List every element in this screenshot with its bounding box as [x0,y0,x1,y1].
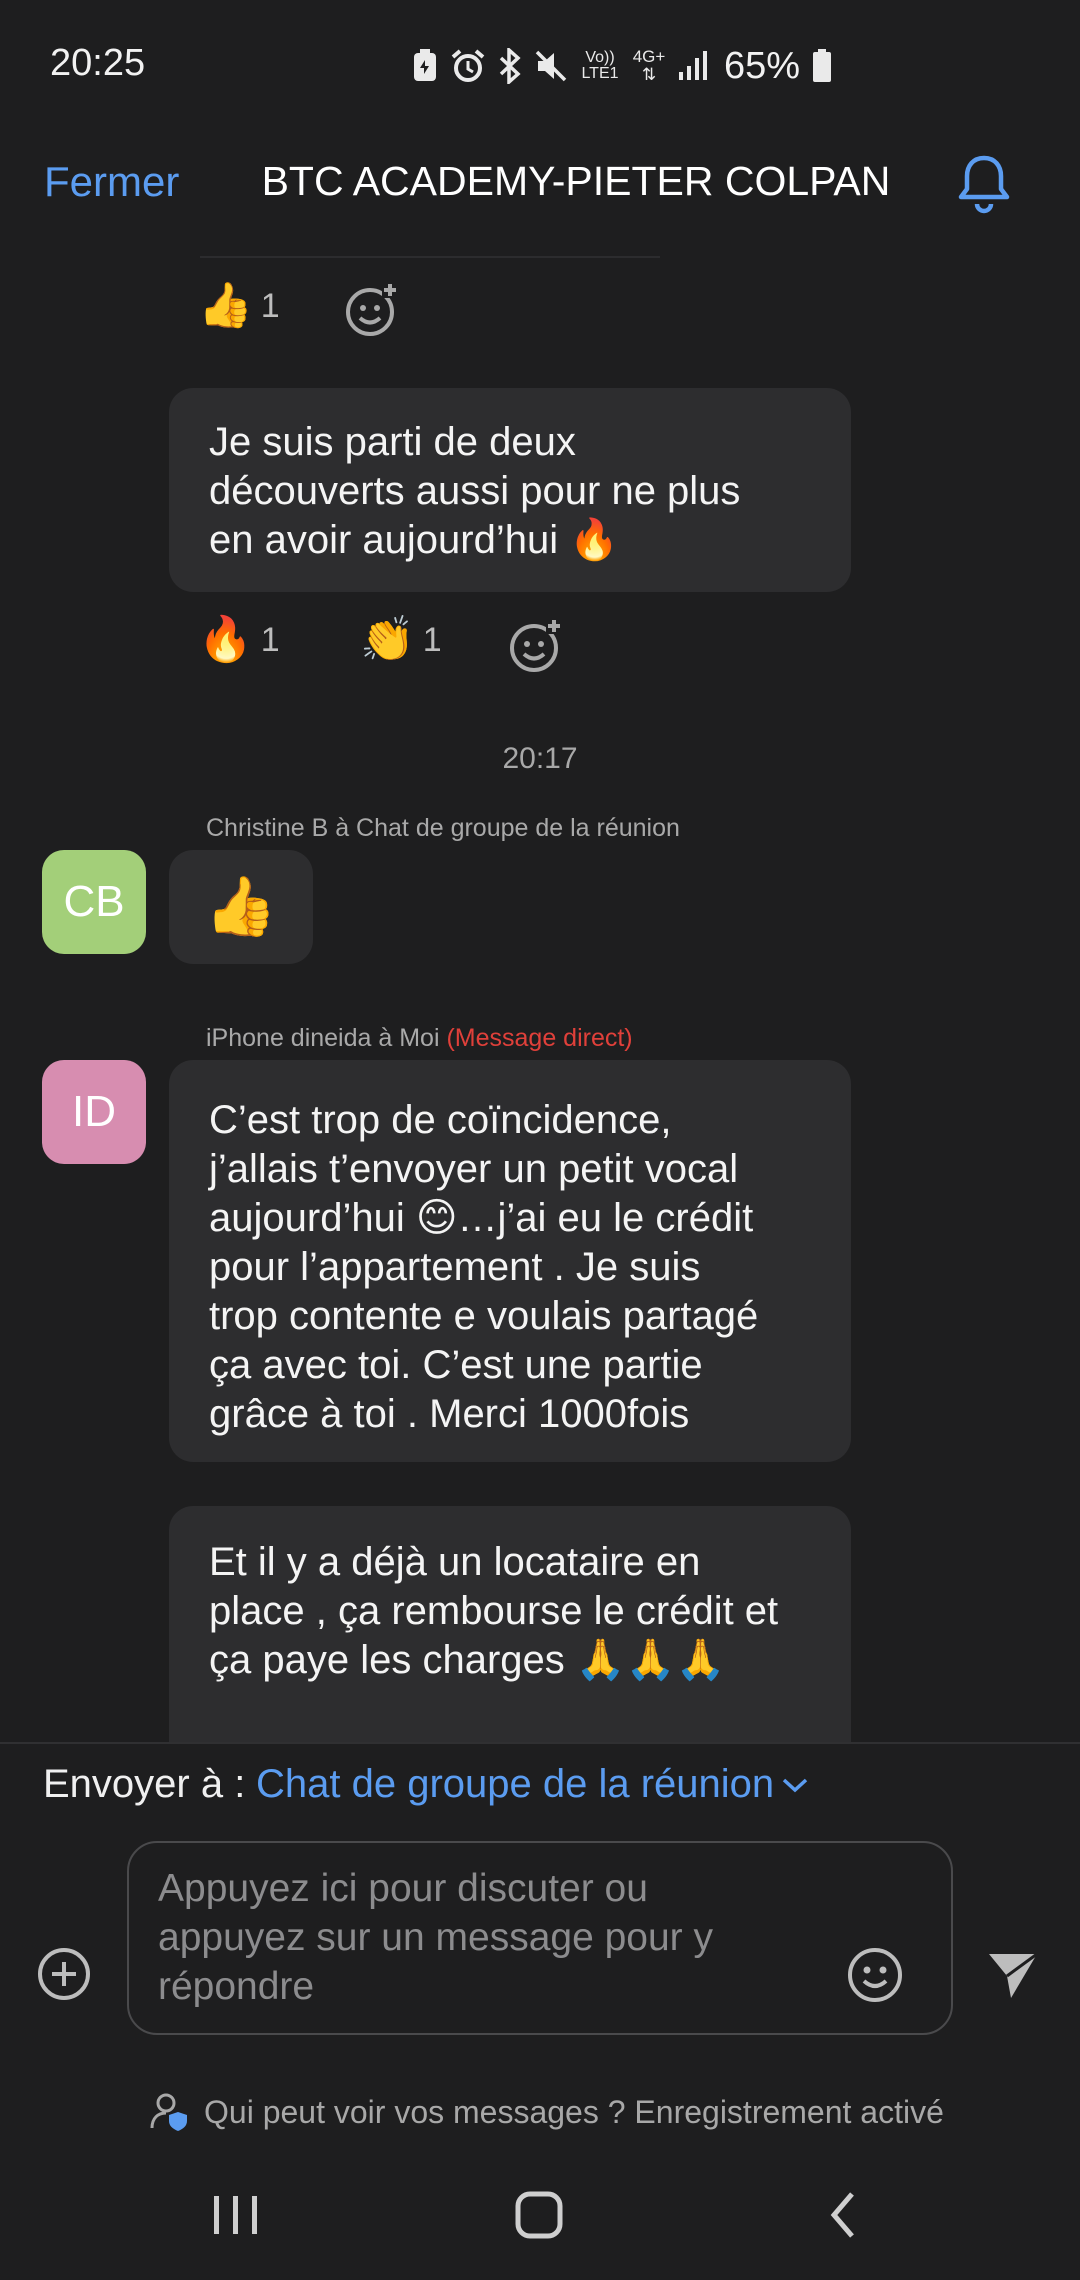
timestamp: 20:17 [502,742,578,775]
message-text: C’est trop de coïncidence, j’allais t’en… [209,1096,811,1439]
message-line: C’est trop de coïncidence, [209,1098,672,1142]
home-icon[interactable] [515,2191,563,2239]
avatar[interactable]: ID [42,1060,146,1164]
recent-apps-icon[interactable] [214,2196,257,2234]
send-to-target: Chat de groupe de la réunion [256,1762,775,1806]
reaction-clap[interactable]: 👏 1 [360,618,442,662]
fire-emoji: 🔥 [198,615,253,664]
message-line: j’allais t’envoyer un petit vocal [209,1147,739,1191]
volte-icon: Vo)) LTE1 [581,49,619,82]
placeholder-line: Appuyez ici pour discuter ou [158,1867,648,1910]
back-icon[interactable] [830,2192,854,2238]
message-bubble[interactable]: Je suis parti de deux découverts aussi p… [169,388,851,592]
message-line: place , ça rembourse le crédit et [209,1589,779,1633]
divider [0,1742,1080,1744]
4g-label: 4G+ [632,47,666,66]
send-to-label: Envoyer à : [43,1762,246,1806]
data-arrows-icon: ⇅ [641,65,657,84]
emoji-icon[interactable] [846,1946,904,2004]
reaction-count: 1 [422,620,442,659]
chat-title: BTC ACADEMY-PIETER COLPAN [261,158,891,204]
bell-icon[interactable] [954,152,1014,216]
navigation-bar [214,2191,854,2239]
close-button[interactable]: Fermer [44,158,179,206]
placeholder-line: appuyez sur un message pour y [158,1916,713,1959]
privacy-text: Qui peut voir vos messages ? Enregistrem… [204,2093,944,2130]
status-icons: Vo)) LTE1 4G+ ⇅ 65% [412,44,832,88]
status-time: 20:25 [50,42,146,84]
add-attachment-icon[interactable] [36,1946,92,2002]
placeholder-line: répondre [158,1965,315,2008]
message-placeholder: Appuyez ici pour discuter ou appuyez sur… [158,1864,798,2011]
alarm-icon [451,49,485,82]
user-shield-icon [150,2093,187,2131]
reaction-fire[interactable]: 🔥 1 [198,618,280,662]
message-bubble[interactable]: C’est trop de coïncidence, j’allais t’en… [169,1060,851,1462]
message-line: trop contente e voulais partagé [209,1294,759,1338]
message-line: découverts aussi pour ne plus [209,469,741,513]
battery-icon [813,49,832,82]
add-reaction-icon[interactable] [342,280,402,340]
chevron-down-icon [782,1778,808,1792]
bluetooth-icon [499,48,521,84]
mute-icon [535,50,567,82]
reaction-count: 1 [260,286,280,325]
battery-saver-icon [414,49,436,81]
message-line: pour l’appartement . Je suis [209,1245,701,1289]
clap-emoji: 👏 [360,615,415,664]
message-line: Je suis parti de deux [209,420,576,464]
direct-message-label: (Message direct) [446,1024,633,1052]
signal-icon [679,51,707,80]
4g-icon: 4G+ ⇅ [632,48,666,84]
message-bubble[interactable]: Et il y a déjà un locataire en place , ç… [169,1506,851,1742]
avatar[interactable]: CB [42,850,146,954]
send-to-selector[interactable]: Chat de groupe de la réunion [256,1762,810,1807]
divider [200,256,660,258]
reaction-count: 1 [260,620,280,659]
message-text: Et il y a déjà un locataire en place , ç… [209,1538,811,1685]
message-bubble[interactable]: 👍 [169,850,313,964]
add-reaction-icon[interactable] [506,616,566,676]
thumbs-up-emoji: 👍 [198,281,253,330]
message-line: ça avec toi. C’est une partie [209,1343,703,1387]
send-icon[interactable] [985,1946,1041,2002]
sender-line: iPhone dineida à Moi (Message direct) [206,1024,633,1053]
sender-name: Christine B à Chat de groupe de la réuni… [206,814,680,842]
thumbs-up-emoji: 👍 [204,874,278,939]
message-line: aujourd’hui 😊…j’ai eu le crédit [209,1196,754,1240]
message-line: Et il y a déjà un locataire en [209,1540,701,1584]
message-line: en avoir aujourd’hui 🔥 [209,518,620,562]
sender-name: iPhone dineida à Moi [206,1024,440,1052]
message-text: Je suis parti de deux découverts aussi p… [209,418,811,565]
message-line: grâce à toi . Merci 1000fois [209,1392,690,1436]
battery-percentage: 65% [724,44,801,87]
message-line: ça paye les charges 🙏🙏🙏 [209,1638,726,1682]
privacy-notice[interactable]: Qui peut voir vos messages ? Enregistrem… [150,2092,944,2132]
reaction-thumbs-up[interactable]: 👍 1 [198,284,280,328]
